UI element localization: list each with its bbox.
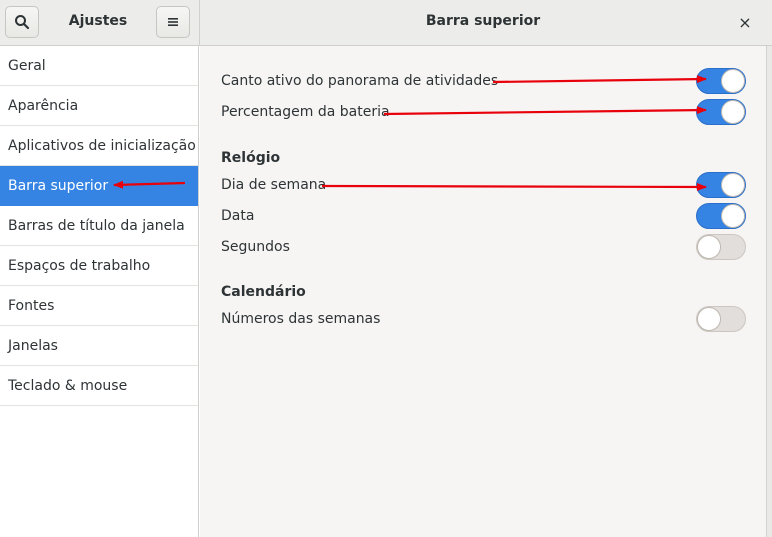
sidebar-item-geral[interactable]: Geral bbox=[0, 46, 198, 86]
switch-knob bbox=[721, 173, 745, 197]
switch-knob bbox=[721, 69, 745, 93]
sidebar-item-aplicativos-inicializacao[interactable]: Aplicativos de inicialização bbox=[0, 126, 198, 166]
seconds-switch[interactable] bbox=[696, 234, 746, 260]
date-label: Data bbox=[221, 208, 255, 224]
menu-button[interactable] bbox=[156, 6, 190, 38]
week-numbers-switch[interactable] bbox=[696, 306, 746, 332]
sidebar-item-teclado-mouse[interactable]: Teclado & mouse bbox=[0, 366, 198, 406]
header-bar: Ajustes Barra superior × bbox=[0, 0, 772, 46]
week-numbers-label: Números das semanas bbox=[221, 311, 381, 327]
clock-section-heading: Relógio bbox=[221, 150, 281, 166]
sidebar: Geral Aparência Aplicativos de inicializ… bbox=[0, 46, 199, 537]
page-title: Barra superior bbox=[425, 13, 541, 29]
weekday-label: Dia de semana bbox=[221, 177, 327, 193]
hot-corner-label: Canto ativo do panorama de atividades bbox=[221, 73, 499, 89]
sidebar-item-aparencia[interactable]: Aparência bbox=[0, 86, 198, 126]
battery-percentage-label: Percentagem da bateria bbox=[221, 104, 390, 120]
sidebar-item-barras-titulo[interactable]: Barras de título da janela bbox=[0, 206, 198, 246]
hot-corner-switch[interactable] bbox=[696, 68, 746, 94]
hamburger-menu-icon bbox=[168, 18, 178, 26]
sidebar-item-fontes[interactable]: Fontes bbox=[0, 286, 198, 326]
switch-knob bbox=[697, 235, 721, 259]
window-edge bbox=[766, 46, 772, 537]
switch-knob bbox=[721, 100, 745, 124]
sidebar-item-janelas[interactable]: Janelas bbox=[0, 326, 198, 366]
calendar-section-heading: Calendário bbox=[221, 284, 306, 300]
date-switch[interactable] bbox=[696, 203, 746, 229]
switch-knob bbox=[697, 307, 721, 331]
close-icon: × bbox=[738, 12, 752, 32]
seconds-label: Segundos bbox=[221, 239, 290, 255]
switch-knob bbox=[721, 204, 745, 228]
close-button[interactable]: × bbox=[732, 8, 758, 36]
search-icon bbox=[15, 15, 30, 30]
app-title: Ajustes bbox=[68, 13, 128, 29]
sidebar-item-barra-superior[interactable]: Barra superior bbox=[0, 166, 198, 206]
search-button[interactable] bbox=[5, 6, 39, 38]
weekday-switch[interactable] bbox=[696, 172, 746, 198]
battery-percentage-switch[interactable] bbox=[696, 99, 746, 125]
settings-panel: Canto ativo do panorama de atividades Pe… bbox=[200, 46, 766, 537]
sidebar-item-espacos-trabalho[interactable]: Espaços de trabalho bbox=[0, 246, 198, 286]
